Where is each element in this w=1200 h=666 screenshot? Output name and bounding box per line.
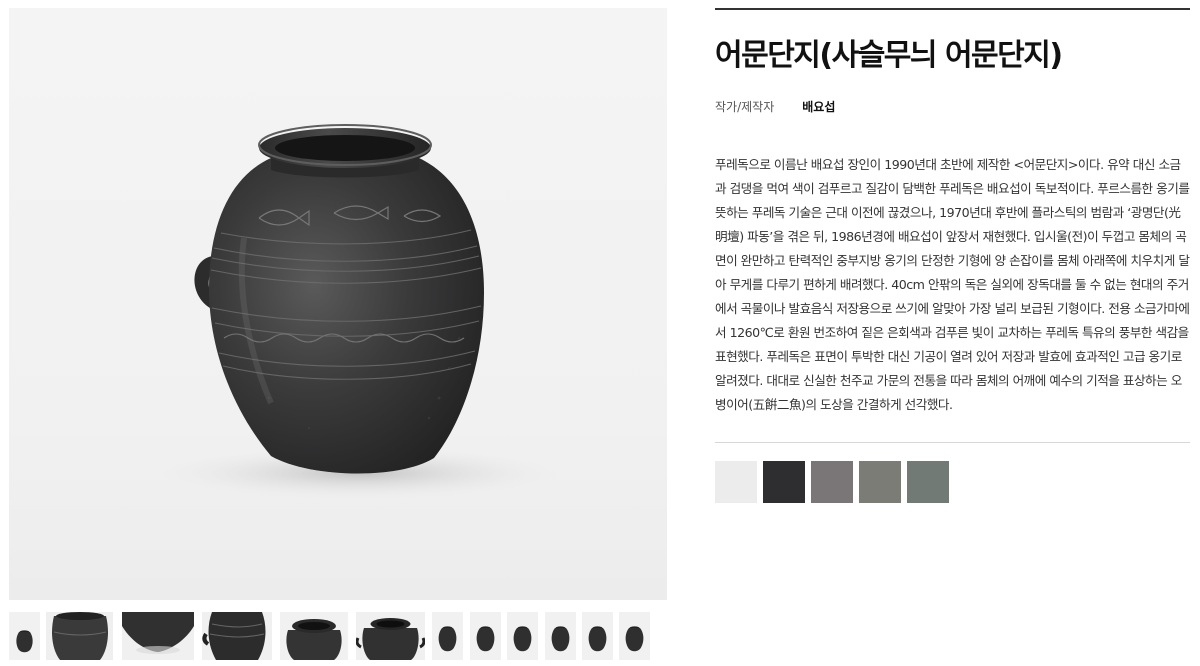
thumbnail-jar-small-icon[interactable]: [9, 612, 40, 660]
product-info-panel: 어문단지(사슬무늬 어문단지) 작가/제작자 배요섭 푸레독으로 이름난 배요섭…: [715, 8, 1190, 503]
thumbnail-strip: [9, 612, 669, 660]
product-title: 어문단지(사슬무늬 어문단지): [715, 38, 1063, 73]
thumbnail-jar-top-icon[interactable]: [356, 612, 425, 660]
thumbnail-jar-small-icon[interactable]: [507, 612, 538, 660]
maker-row: 작가/제작자 배요섭: [715, 98, 1190, 116]
product-detail-page: 어문단지(사슬무늬 어문단지) 작가/제작자 배요섭 푸레독으로 이름난 배요섭…: [0, 0, 1200, 666]
bottom-divider: [715, 442, 1190, 443]
thumbnail-jar-closeup-icon[interactable]: [46, 612, 113, 660]
color-swatch[interactable]: [859, 461, 901, 503]
product-description: 푸레독으로 이름난 배요섭 장인이 1990년대 초반에 제작한 <어문단지>이…: [715, 157, 1190, 412]
color-swatch[interactable]: [907, 461, 949, 503]
thumbnail-jar-handle-icon[interactable]: [202, 612, 272, 660]
color-swatches: [715, 461, 1190, 503]
thumbnail-jar-small-icon[interactable]: [432, 612, 463, 660]
thumbnail-jar-small-icon[interactable]: [582, 612, 613, 660]
thumbnail-jar-rim-icon[interactable]: [280, 612, 348, 660]
main-product-image[interactable]: [9, 8, 667, 600]
top-divider: [715, 8, 1190, 10]
thumbnail-jar-small-icon[interactable]: [619, 612, 650, 660]
color-swatch[interactable]: [811, 461, 853, 503]
color-swatch[interactable]: [763, 461, 805, 503]
color-swatch[interactable]: [715, 461, 757, 503]
thumbnail-jar-bottom-icon[interactable]: [122, 612, 194, 660]
maker-label: 작가/제작자: [715, 100, 775, 114]
jar-photo: [159, 124, 559, 499]
maker-value: 배요섭: [802, 100, 836, 114]
thumbnail-jar-small-icon[interactable]: [470, 612, 501, 660]
thumbnail-jar-small-icon[interactable]: [545, 612, 576, 660]
